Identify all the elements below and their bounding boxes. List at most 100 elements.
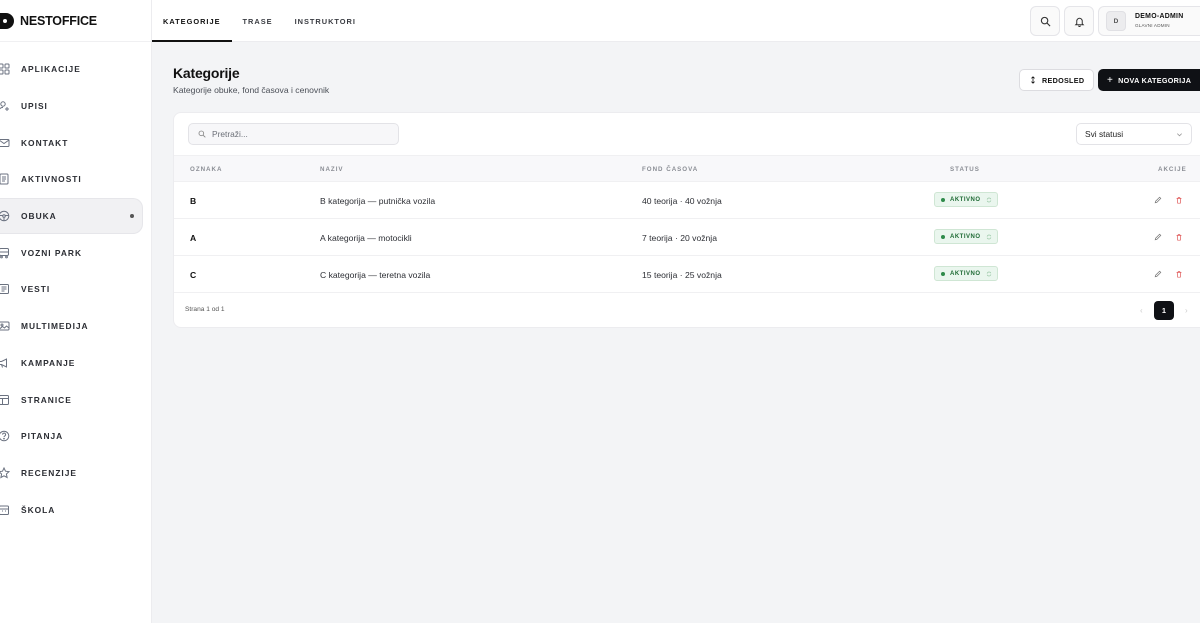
sidebar-item-label: MULTIMEDIJA [21, 321, 89, 332]
table-row[interactable]: C C kategorija — teretna vozila 15 teori… [174, 256, 1200, 293]
user-name: DEMO-ADMIN [1135, 12, 1184, 20]
user-role: GLAVNI ADMIN [1135, 22, 1170, 28]
trash-icon[interactable] [1175, 196, 1183, 204]
status-badge-label: AKTIVNO [950, 233, 981, 240]
status-filter-select[interactable]: Svi statusi [1076, 123, 1192, 145]
column-header-akcije: AKCIJE [1158, 166, 1187, 173]
sidebar-item-skola[interactable]: ŠKOLA [0, 491, 143, 528]
bell-icon [1074, 17, 1084, 27]
sidebar-item-aktivnosti[interactable]: AKTIVNOSTI [0, 161, 143, 198]
page-icon [0, 393, 11, 407]
brand-name: NESTOFFICE [20, 13, 97, 28]
order-button[interactable]: REDOSLED [1019, 69, 1095, 91]
tab-instruktori[interactable]: INSTRUKTORI [284, 0, 367, 42]
steering-wheel-icon [0, 209, 11, 223]
toggle-status-icon [986, 271, 991, 276]
trash-icon[interactable] [1175, 233, 1183, 241]
tab-trase[interactable]: TRASE [232, 0, 284, 42]
brand[interactable]: NESTOFFICE [0, 0, 151, 42]
grid-icon [0, 62, 11, 76]
column-header-fond-casova[interactable]: FOND ČASOVA [642, 166, 698, 173]
table-row[interactable]: A A kategorija — motocikli 7 teorija · 2… [174, 219, 1200, 256]
sidebar-item-label: OBUKA [21, 211, 57, 222]
table-header: OZNAKA NAZIV FOND ČASOVA STATUS AKCIJE [174, 155, 1200, 182]
megaphone-icon [0, 356, 11, 370]
status-dot [941, 234, 945, 239]
sidebar-item-label: ŠKOLA [21, 504, 56, 515]
toggle-status-icon [986, 197, 991, 202]
sidebar-item-pitanja[interactable]: PITANJA [0, 418, 143, 455]
mail-icon [0, 136, 11, 150]
trash-icon[interactable] [1175, 270, 1183, 278]
search-field[interactable] [188, 123, 399, 145]
status-badge[interactable]: AKTIVNO [934, 229, 998, 244]
new-category-button-label: NOVA KATEGORIJA [1118, 75, 1192, 85]
page-button-current[interactable]: 1 [1154, 301, 1174, 320]
status-filter-value: Svi statusi [1085, 129, 1124, 139]
search-button[interactable] [1030, 6, 1060, 36]
plus-icon: + [1107, 74, 1114, 86]
column-header-naziv[interactable]: NAZIV [320, 166, 344, 173]
category-hours: 40 teorija · 40 vožnja [642, 196, 722, 206]
star-icon [0, 466, 11, 480]
search-input[interactable] [212, 129, 382, 139]
status-dot [941, 197, 945, 202]
edit-icon[interactable] [1154, 196, 1162, 204]
edit-icon[interactable] [1154, 270, 1162, 278]
new-category-button[interactable]: + NOVA KATEGORIJA [1098, 69, 1200, 91]
sidebar-item-aplikacije[interactable]: APLIKACIJE [0, 51, 143, 88]
category-code: B [190, 196, 197, 206]
sidebar-item-stranice[interactable]: STRANICE [0, 381, 143, 418]
sidebar-item-label: KAMPANJE [21, 357, 76, 368]
sidebar-item-recenzije[interactable]: RECENZIJE [0, 455, 143, 492]
search-icon [1040, 16, 1050, 26]
sidebar-nav: APLIKACIJE UPISI KONTAKT AKTIVNOSTI OBUK… [0, 42, 151, 528]
user-info: DEMO-ADMIN GLAVNI ADMIN [1135, 12, 1184, 29]
topbar: KATEGORIJE TRASE INSTRUKTORI D DEMO-ADMI… [152, 0, 1200, 42]
status-badge[interactable]: AKTIVNO [934, 192, 998, 207]
sidebar-item-kampanje[interactable]: KAMPANJE [0, 345, 143, 382]
sidebar: NESTOFFICE APLIKACIJE UPISI KONTAKT AKTI… [0, 0, 152, 623]
sidebar-item-multimedija[interactable]: MULTIMEDIJA [0, 308, 143, 345]
tab-kategorije[interactable]: KATEGORIJE [152, 0, 232, 42]
sidebar-item-upisi[interactable]: UPISI [0, 88, 143, 125]
table-row[interactable]: B B kategorija — putnička vozila 40 teor… [174, 182, 1200, 219]
category-hours: 7 teorija · 20 vožnja [642, 233, 717, 243]
chevron-down-icon [1177, 133, 1182, 137]
column-header-oznaka[interactable]: OZNAKA [190, 166, 222, 173]
page-subtitle: Kategorije obuke, fond časova i cenovnik [173, 85, 330, 95]
pagination-info: Strana 1 od 1 [185, 306, 225, 313]
category-code: C [190, 270, 197, 280]
newspaper-icon [0, 282, 11, 296]
brand-logo-icon [0, 12, 14, 29]
page-title: Kategorije [173, 65, 240, 81]
sidebar-item-vesti[interactable]: VESTI [0, 271, 143, 308]
user-plus-icon [0, 99, 11, 113]
sidebar-item-label: PITANJA [21, 431, 64, 442]
car-icon [0, 246, 11, 260]
chevron-left-icon[interactable]: ‹ [1140, 306, 1143, 315]
sidebar-item-obuka[interactable]: OBUKA [0, 197, 143, 235]
edit-icon[interactable] [1154, 233, 1162, 241]
sidebar-item-label: APLIKACIJE [21, 64, 81, 75]
sidebar-item-kontakt[interactable]: KONTAKT [0, 124, 143, 161]
chevron-right-icon[interactable]: › [1185, 306, 1188, 315]
user-menu[interactable]: D DEMO-ADMIN GLAVNI ADMIN [1098, 6, 1200, 36]
sidebar-item-label: UPISI [21, 101, 48, 112]
search-icon [198, 130, 206, 138]
order-button-label: REDOSLED [1042, 75, 1085, 85]
status-badge-label: AKTIVNO [950, 196, 981, 203]
notifications-button[interactable] [1064, 6, 1094, 36]
category-name: B kategorija — putnička vozila [320, 196, 436, 206]
image-icon [0, 319, 11, 333]
document-icon [0, 172, 11, 186]
status-dot [941, 271, 945, 276]
sidebar-item-label: KONTAKT [21, 137, 69, 148]
sidebar-item-vozni-park[interactable]: VOZNI PARK [0, 234, 143, 271]
column-header-status[interactable]: STATUS [950, 166, 980, 173]
sidebar-item-label: RECENZIJE [21, 467, 78, 478]
toggle-status-icon [986, 234, 991, 239]
sidebar-item-label: VESTI [21, 284, 51, 295]
status-badge[interactable]: AKTIVNO [934, 266, 998, 281]
building-icon [0, 503, 11, 517]
